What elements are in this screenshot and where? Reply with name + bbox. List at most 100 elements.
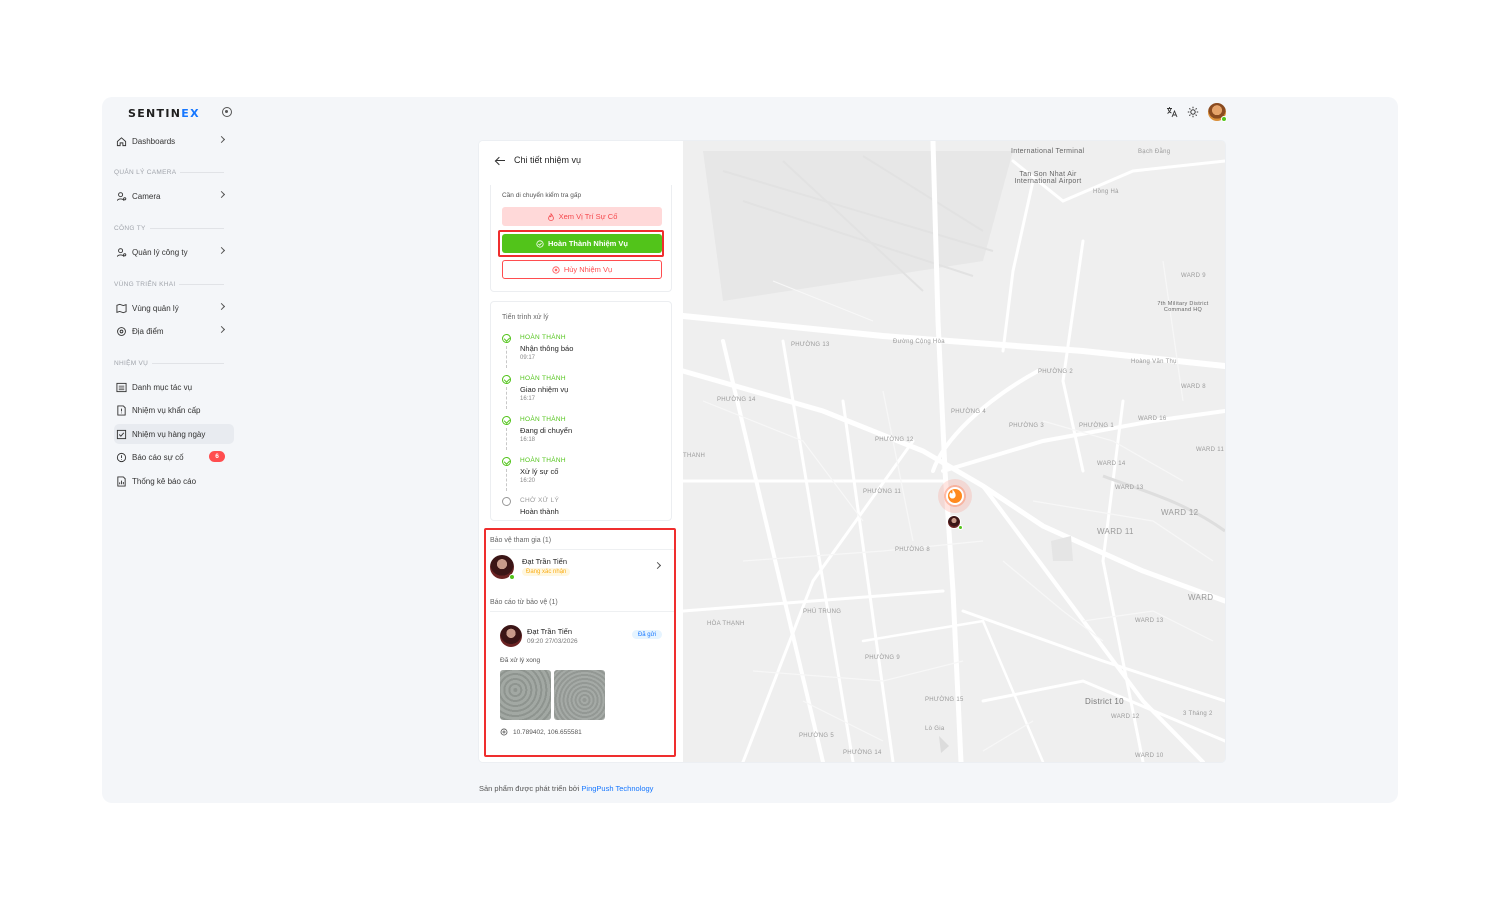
guard-map-marker[interactable]: [947, 515, 963, 530]
progress-step: HOÀN THÀNH Đang di chuyển 16:18: [502, 414, 662, 452]
sidebar-item-locations[interactable]: Địa điểm: [114, 321, 234, 341]
progress-title: Tiến trình xử lý: [502, 314, 549, 321]
sidebar-item-label: Nhiệm vụ hàng ngày: [132, 429, 206, 439]
map-label: PHƯỜNG 8: [895, 547, 931, 553]
map-label: Bạch Đằng: [1138, 149, 1171, 155]
map-label: WARD 14: [1097, 461, 1126, 467]
step-name: Đang di chuyển: [520, 426, 573, 435]
header-actions: [1166, 103, 1227, 122]
map-label: WARD: [1188, 593, 1214, 602]
sun-icon[interactable]: [1187, 106, 1199, 118]
step-status: CHỜ XỬ LÝ: [520, 497, 560, 504]
step-time: 16:17: [520, 396, 536, 402]
logo-accent: EX: [181, 106, 200, 120]
sidebar-item-label: Quản lý công ty: [132, 247, 188, 257]
user-avatar[interactable]: [1208, 103, 1227, 122]
map-label: WARD 13: [1115, 485, 1144, 491]
section-deploy-zone: VÙNG TRIỂN KHAI: [114, 281, 224, 288]
map-label: PHƯỜNG 4: [951, 409, 987, 415]
sidebar: SENTINEX Dashboards QUẢN LÝ CAMERA Camer…: [102, 97, 234, 803]
chevron-right-icon: [217, 302, 226, 311]
map-label: PHƯỜNG 12: [875, 437, 914, 443]
sidebar-item-report-stats[interactable]: Thống kê báo cáo: [114, 471, 234, 491]
cancel-circle-icon: [552, 265, 560, 274]
map-label: 3 Tháng 2: [1183, 711, 1213, 717]
sidebar-item-zones[interactable]: Vùng quản lý: [114, 298, 234, 318]
step-name: Giao nhiệm vụ: [520, 385, 569, 394]
progress-step: HOÀN THÀNH Nhận thông báo 09:17: [502, 332, 662, 370]
chevron-right-icon: [217, 135, 226, 144]
sidebar-item-label: Vùng quản lý: [132, 303, 179, 313]
map-label: PHƯỜNG 11: [863, 489, 902, 495]
map-label: PHƯỜNG 9: [865, 655, 901, 661]
chart-file-icon: [116, 475, 127, 487]
map-label: WARD 13: [1135, 618, 1164, 624]
camera-user-icon: [116, 191, 127, 202]
sidebar-item-task-categories[interactable]: Danh mục tác vụ: [114, 377, 234, 397]
cancel-task-button[interactable]: Hủy Nhiệm Vụ: [502, 260, 662, 279]
map-label: Tan Son Nhat Air International Airport: [1014, 171, 1082, 185]
map-label: Hoàng Văn Thụ: [1131, 359, 1177, 365]
sidebar-item-dashboards[interactable]: Dashboards: [114, 131, 234, 151]
highlight-complete-button: [498, 230, 664, 257]
sidebar-item-urgent-tasks[interactable]: Nhiệm vụ khẩn cấp: [114, 400, 234, 420]
sidebar-item-label: Thống kê báo cáo: [132, 476, 197, 486]
sidebar-pin-icon[interactable]: [222, 107, 232, 117]
sidebar-item-company[interactable]: Quản lý công ty: [114, 242, 234, 262]
pending-circle-icon: [502, 497, 511, 506]
map-label: WARD 12: [1161, 508, 1199, 517]
map-label: District 10: [1085, 697, 1124, 706]
chevron-right-icon: [217, 325, 226, 334]
section-tasks: NHIỆM VỤ: [114, 360, 224, 367]
map-label: PHƯỜNG 13: [791, 342, 830, 348]
translate-icon[interactable]: [1166, 106, 1178, 118]
sidebar-item-daily-tasks[interactable]: Nhiệm vụ hàng ngày: [114, 424, 234, 444]
map-label: PHƯỜNG 15: [925, 697, 964, 703]
highlight-guard-report: [484, 528, 676, 757]
location-pin-icon: [116, 326, 127, 337]
map-label: WARD 9: [1181, 273, 1206, 279]
map-label: Lò Gia: [925, 726, 945, 732]
sidebar-item-camera[interactable]: Camera: [114, 186, 234, 206]
logo[interactable]: SENTINEX: [128, 106, 200, 120]
app-frame: SENTINEX Dashboards QUẢN LÝ CAMERA Camer…: [102, 97, 1398, 803]
map-label: PHƯỜNG 14: [717, 397, 756, 403]
map-label: WARD 11: [1196, 447, 1225, 453]
sidebar-item-label: Camera: [132, 191, 161, 201]
map-label: Hồng Hà: [1093, 189, 1119, 195]
online-status-icon: [1221, 116, 1227, 122]
back-arrow-icon[interactable]: [495, 155, 505, 165]
map-roads: [683, 141, 1225, 762]
section-camera: QUẢN LÝ CAMERA: [114, 169, 224, 176]
fire-icon: [547, 212, 554, 221]
step-time: 16:18: [520, 437, 536, 443]
sidebar-item-incident-reports[interactable]: Báo cáo sự cố 6: [114, 447, 234, 467]
map-label: PHƯỜNG 14: [843, 750, 882, 756]
task-description: Cần di chuyển kiểm tra gấp: [502, 192, 582, 199]
section-company: CÔNG TY: [114, 225, 224, 232]
step-name: Nhận thông báo: [520, 344, 574, 353]
step-status: HOÀN THÀNH: [520, 457, 566, 464]
map-label: THANH: [683, 453, 706, 459]
map-view[interactable]: International Terminal Tan Son Nhat Air …: [683, 141, 1225, 762]
sidebar-item-label: Dashboards: [132, 136, 176, 146]
footer-link[interactable]: PingPush Technology: [581, 784, 653, 793]
map-label: HÒA THẠNH: [707, 621, 745, 627]
footer-text: Sản phẩm được phát triển bởi: [479, 784, 582, 793]
step-time: 16:20: [520, 478, 536, 484]
map-label: PHƯỜNG 5: [799, 733, 835, 739]
check-circle-icon: [502, 375, 511, 384]
alert-file-icon: [116, 404, 127, 416]
map-label: PHƯỜNG 2: [1038, 369, 1074, 375]
incident-marker[interactable]: [938, 479, 972, 513]
fire-icon: [946, 487, 964, 505]
view-incident-location-button[interactable]: Xem Vị Trí Sự Cố: [502, 207, 662, 226]
footer: Sản phẩm được phát triển bởi PingPush Te…: [479, 784, 653, 793]
step-name: Hoàn thành: [520, 507, 559, 516]
user-cog-icon: [116, 247, 127, 258]
button-label: Hủy Nhiệm Vụ: [563, 265, 613, 274]
page-title: Chi tiết nhiệm vụ: [514, 155, 582, 165]
online-status-icon: [958, 525, 963, 530]
chevron-right-icon: [217, 190, 226, 199]
logo-text: SENTIN: [128, 106, 182, 120]
